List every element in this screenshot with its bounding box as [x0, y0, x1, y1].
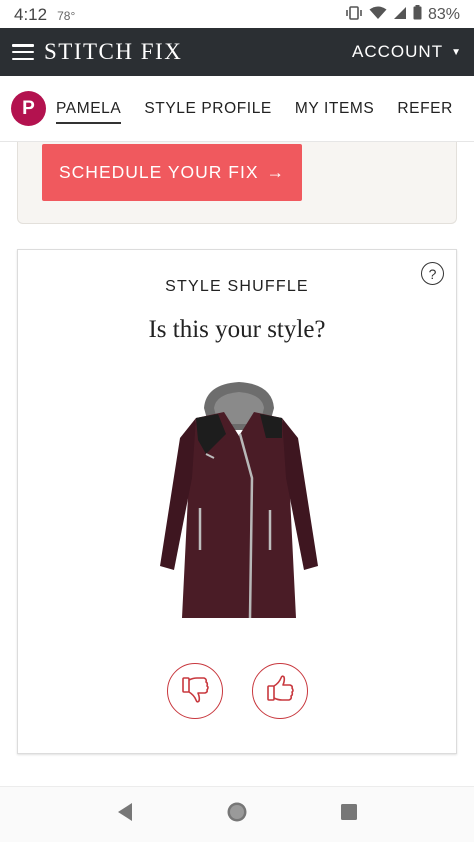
status-time: 4:12: [14, 5, 48, 24]
arrow-right-icon: →: [266, 162, 285, 182]
profile-nav: P PAMELA STYLE PROFILE MY ITEMS REFER: [0, 76, 474, 142]
back-icon[interactable]: [116, 802, 134, 827]
dislike-button[interactable]: [167, 663, 223, 719]
account-menu-button[interactable]: ACCOUNT ▼: [352, 42, 462, 62]
recents-icon[interactable]: [340, 803, 358, 826]
system-nav-bar: [0, 786, 474, 842]
status-temperature: 78°: [57, 9, 76, 23]
wifi-icon: [369, 6, 387, 25]
hamburger-menu-icon[interactable]: [12, 44, 34, 60]
schedule-fix-button[interactable]: SCHEDULE YOUR FIX →: [42, 144, 302, 201]
nav-item-style-profile[interactable]: STYLE PROFILE: [144, 94, 272, 124]
brand-logo[interactable]: STITCH FIX: [44, 39, 182, 65]
vibrate-icon: [345, 5, 363, 25]
nav-item-my-items[interactable]: MY ITEMS: [295, 94, 374, 124]
signal-icon: [393, 6, 407, 25]
nav-item-profile-name[interactable]: PAMELA: [56, 94, 122, 124]
schedule-fix-label: SCHEDULE YOUR FIX: [59, 162, 259, 182]
thumbs-down-icon: [179, 673, 211, 710]
battery-icon: [413, 5, 422, 25]
schedule-fix-card: SCHEDULE YOUR FIX →: [17, 142, 457, 224]
style-shuffle-card: ? STYLE SHUFFLE Is this your style?: [17, 249, 457, 754]
shuffle-title: STYLE SHUFFLE: [165, 278, 309, 295]
account-label: ACCOUNT: [352, 42, 444, 61]
like-button[interactable]: [252, 663, 308, 719]
battery-percent: 83%: [427, 6, 460, 23]
home-icon[interactable]: [226, 801, 248, 828]
thumbs-up-icon: [264, 673, 296, 710]
shuffle-question: Is this your style?: [148, 316, 326, 343]
nav-item-refer[interactable]: REFER: [397, 94, 453, 124]
status-bar: 4:12 78° 83%: [0, 0, 474, 30]
caret-down-icon: ▼: [451, 46, 462, 58]
avatar[interactable]: P: [11, 91, 46, 126]
app-header: STITCH FIX ACCOUNT ▼: [0, 28, 474, 76]
coat-image: [160, 382, 318, 619]
